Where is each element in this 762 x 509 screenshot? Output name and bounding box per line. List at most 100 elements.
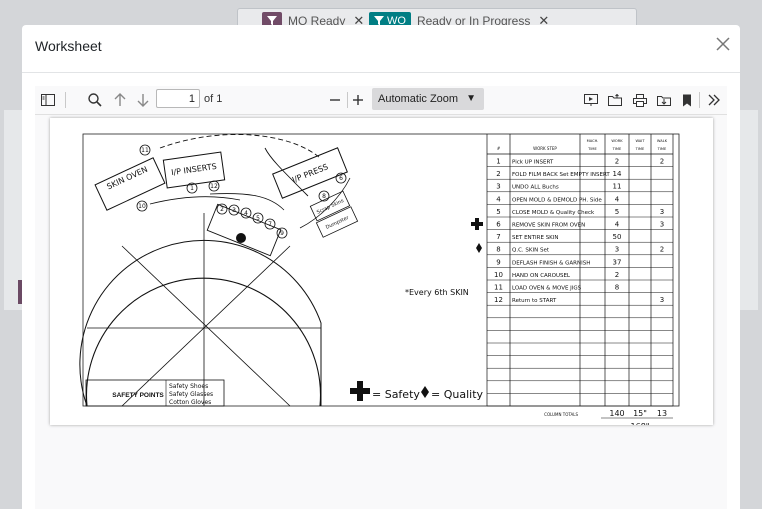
pdf-page: SKIN OVEN I/P INSERTS I/P PRESS Scrap Sk… [50,118,713,442]
every-note: *Every 6th SKIN [405,288,469,297]
zoom-out-icon[interactable] [327,90,343,110]
download-icon[interactable] [655,90,673,110]
row-number: 1 [496,158,500,166]
close-icon[interactable] [712,33,734,55]
search-icon[interactable] [86,90,104,110]
svg-text:1: 1 [190,185,194,192]
skin-oven-box: SKIN OVEN [94,157,166,211]
row-number: 3 [496,183,500,191]
column-header: TIME [587,147,597,151]
work-time: 50 [613,233,622,241]
safety-item: Cotton Gloves [169,399,211,406]
chevron-down-icon: ▼ [466,93,476,104]
column-header: TIME [612,147,622,151]
work-step: HAND ON CAROUSEL [512,273,571,279]
safety-cross-icon [350,381,370,401]
column-header: TIME [635,147,645,151]
zoom-in-icon[interactable] [350,90,366,110]
quality-diamond-icon [421,386,429,398]
zoom-select-label: Automatic Zoom [378,93,459,105]
work-step: UNDO ALL Buchs [512,185,559,191]
safety-points-label: SAFETY POINTS [112,392,164,399]
work-time: 14 [613,170,622,178]
svg-text:12: 12 [210,183,218,190]
safety-item: Safety Glasses [169,391,213,398]
toolbar-divider [347,92,348,108]
row-number: 5 [496,208,500,216]
arrow-down-icon[interactable] [134,90,152,110]
work-time: 2 [615,271,619,279]
print-icon[interactable] [631,90,649,110]
row-number: 6 [496,221,501,229]
row-number: 9 [496,258,500,266]
work-step: CLOSE MOLD & Quality Check [512,210,595,216]
worksheet-table: # WORK STEP MACH. TIME WORK TIME WAIT TIME WALK T… [486,134,679,442]
work-step: OPEN MOLD & DEMOLD PH. Side [512,197,602,203]
open-file-icon[interactable] [606,90,624,110]
page-number-input[interactable] [156,89,200,108]
safety-item: Safety Shoes [169,383,208,390]
toolbar-divider [699,92,700,108]
work-time: 3 [615,246,619,254]
worksheet-scan: SKIN OVEN I/P INSERTS I/P PRESS Scrap Sk… [79,133,680,442]
dialog-title: Worksheet [35,38,102,54]
svg-text:SKIN OVEN: SKIN OVEN [105,165,149,192]
work-time: 5 [615,208,619,216]
pdf-toolbar: of 1 Automatic Zoom ▼ [35,86,727,115]
work-step: Pick UP INSERT [512,160,554,166]
column-totals-label: COLUMN TOTALS [544,412,578,417]
total-walk: 13 [657,409,667,418]
work-step: DEFLASH FINISH & GARNISH [512,260,590,266]
column-header: WORK STEP [533,146,557,151]
column-header: WAIT [635,139,645,143]
background-card [740,110,758,310]
svg-text:10: 10 [138,203,146,210]
work-step: LOAD OVEN & MOVE JIGS [512,286,582,292]
work-time: 4 [615,221,620,229]
worksheet-dialog: Worksheet of 1 [22,25,740,509]
row-number: 12 [494,296,503,304]
column-header: WALK [657,139,668,143]
walk-time: 2 [660,158,664,166]
carousel-diagram [79,203,322,407]
work-time: 37 [613,258,622,266]
document-area: SKIN OVEN I/P INSERTS I/P PRESS Scrap Sk… [35,115,727,509]
bookmark-icon[interactable] [679,90,695,110]
row-number: 11 [494,284,503,292]
row-number: 7 [496,233,500,241]
toolbar-divider [65,92,66,108]
press-box: I/P PRESS [272,147,348,199]
legend: = Safety = Quality [350,381,484,401]
walk-time: 3 [660,296,664,304]
page-count: of 1 [204,93,223,105]
svg-text:11: 11 [141,147,149,154]
walk-time: 3 [660,221,664,229]
column-header: TIME [657,147,667,151]
dialog-divider [22,72,740,73]
arrow-up-icon[interactable] [111,90,129,110]
zoom-select[interactable]: Automatic Zoom ▼ [372,88,484,110]
sidebar-toggle-icon[interactable] [39,90,57,110]
cycle-time: 168" [631,422,650,425]
work-step: SET ENTIRE SKIN [512,235,559,241]
svg-text:6: 6 [339,175,343,182]
row-number: 4 [496,195,501,203]
row-number: 10 [494,271,503,279]
column-header: WORK [611,139,623,143]
row-number: 2 [496,170,500,178]
quality-diamond-icon [476,243,482,253]
work-step: Return to START [512,298,557,304]
legend-quality: = Quality [431,388,484,401]
double-chevron-right-icon[interactable] [705,90,723,110]
total-work: 140 [609,409,624,418]
step-markers: 11 10 1 12 2 3 4 5 7 9 8 6 [136,144,347,239]
svg-text:Scrap Skins: Scrap Skins [316,198,345,216]
row-number: 8 [496,246,500,254]
work-step: FOLD FILM BACK Set EMPTY INSERT [512,172,610,178]
work-step: Q.C. SKIN Set [512,248,550,254]
pdf-viewer: of 1 Automatic Zoom ▼ [35,86,727,509]
walk-time: 2 [660,246,664,254]
svg-text:8: 8 [322,193,326,200]
walk-time: 3 [660,208,664,216]
presentation-mode-icon[interactable] [582,90,600,110]
